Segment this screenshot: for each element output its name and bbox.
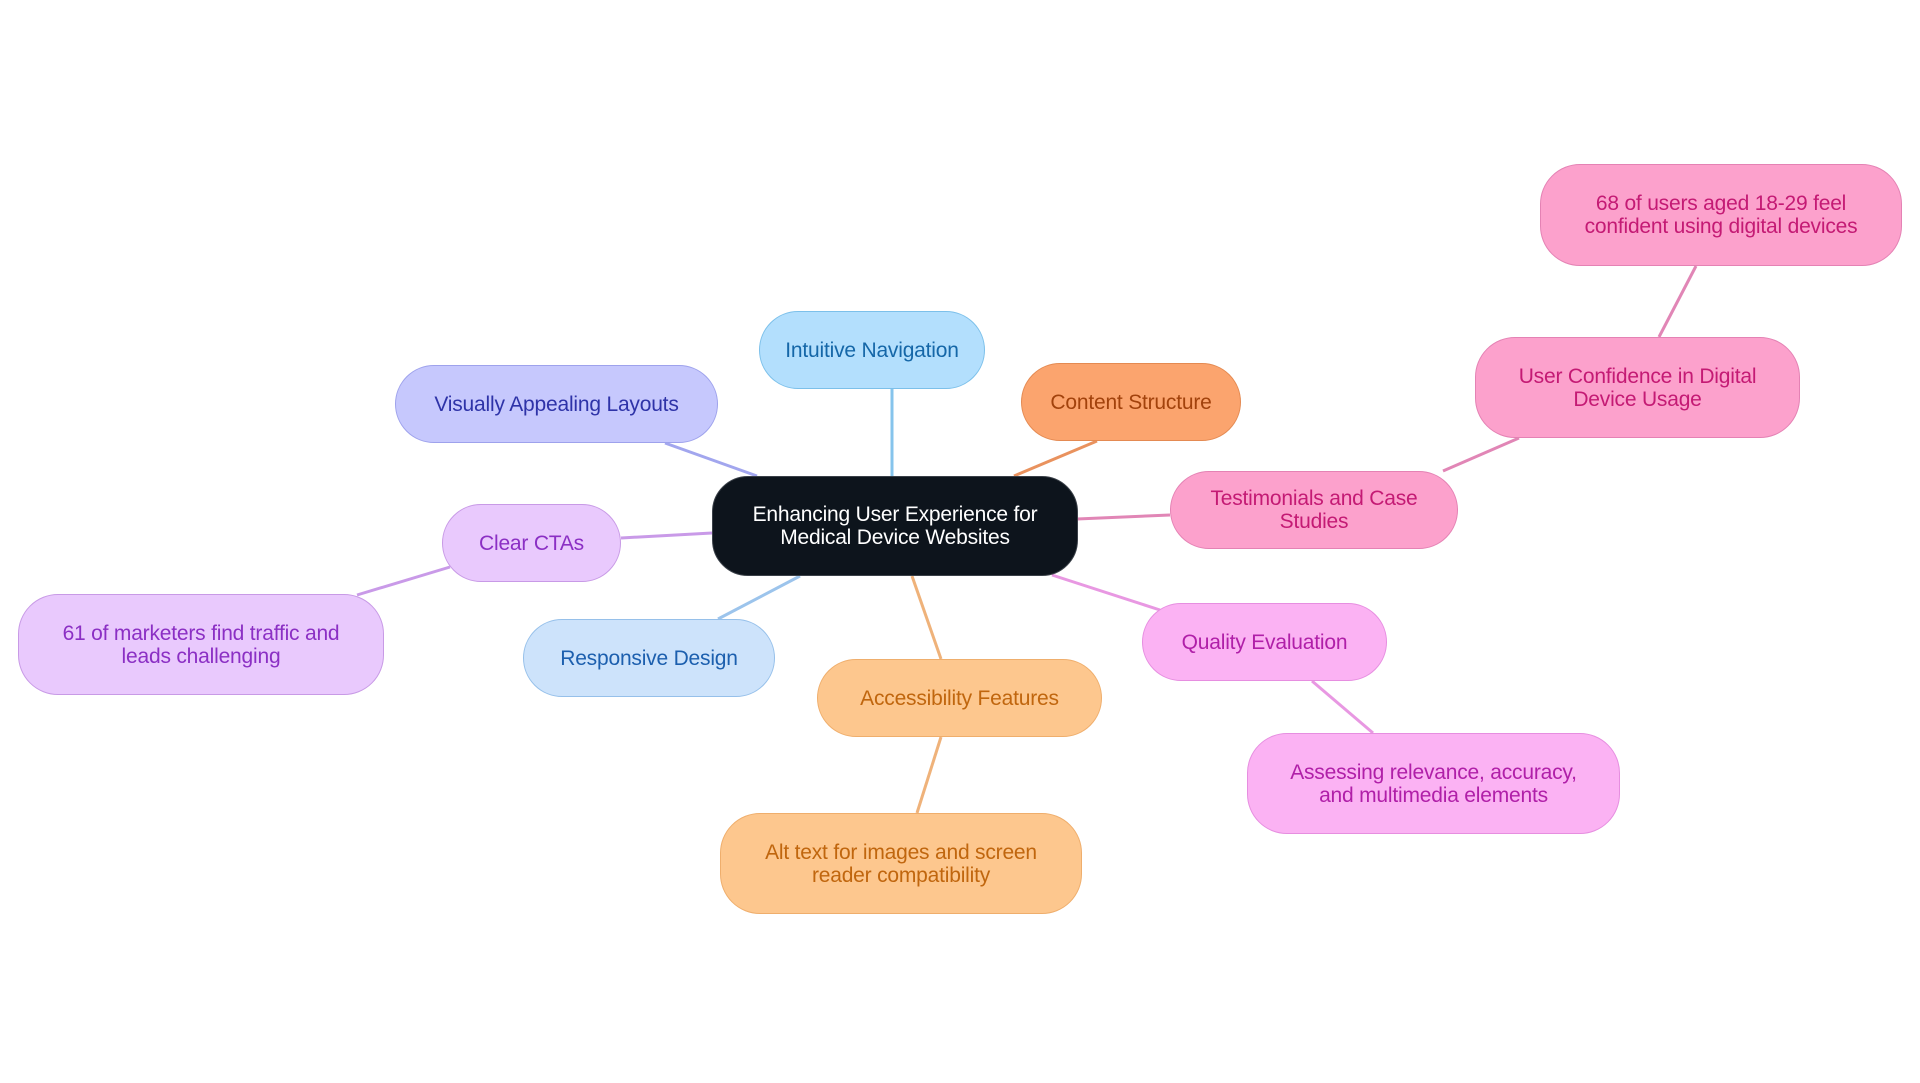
node-label: Visually Appealing Layouts [434,392,679,416]
root-node[interactable]: Enhancing User Experience for Medical De… [712,476,1078,576]
node-label: Accessibility Features [860,686,1059,710]
edge-root-to-clear-ctas [620,531,713,540]
node-label: 68 of users aged 18-29 feel confident us… [1584,192,1858,238]
root-node-label: Enhancing User Experience for Medical De… [752,503,1038,549]
node-label: Alt text for images and screen reader co… [765,840,1037,887]
edge-root-to-visually-appealing-layouts [664,441,758,478]
node-content-structure[interactable]: Content Structure [1021,363,1241,441]
node-label: Content Structure [1050,390,1212,414]
edge-root-to-responsive-design [717,574,801,621]
edge-root-to-accessibility-features [910,575,943,660]
node-user-confidence[interactable]: User Confidence in Digital Device Usage [1475,337,1800,438]
edge-testimonials-to-user-confidence [1442,436,1520,473]
node-testimonials[interactable]: Testimonials and Case Studies [1170,471,1458,549]
node-label: Intuitive Navigation [785,338,959,362]
node-label: Responsive Design [560,646,738,670]
edge-clear-ctas-to-marketers-stat [356,565,451,597]
node-assessing[interactable]: Assessing relevance, accuracy, and multi… [1247,733,1620,834]
node-label: 61 of marketers find traffic and leads c… [62,621,340,668]
node-responsive-design[interactable]: Responsive Design [523,619,775,697]
node-marketers-stat[interactable]: 61 of marketers find traffic and leads c… [18,594,384,695]
node-users-stat[interactable]: 68 of users aged 18-29 feel confident us… [1540,164,1902,266]
edge-quality-evaluation-to-assessing [1311,679,1374,735]
node-label: Assessing relevance, accuracy, and multi… [1290,760,1577,807]
node-label: Quality Evaluation [1181,630,1348,654]
node-visually-appealing-layouts[interactable]: Visually Appealing Layouts [395,365,718,443]
node-label: User Confidence in Digital Device Usage [1518,364,1757,411]
edge-root-to-testimonials [1076,513,1171,521]
node-label: Clear CTAs [479,531,584,555]
node-intuitive-navigation[interactable]: Intuitive Navigation [759,311,985,389]
edge-root-to-quality-evaluation [1051,573,1161,612]
node-label: Testimonials and Case Studies [1210,487,1418,533]
node-accessibility-features[interactable]: Accessibility Features [817,659,1102,737]
edge-root-to-content-structure [1013,439,1098,478]
edge-user-confidence-to-users-stat [1657,265,1698,338]
node-quality-evaluation[interactable]: Quality Evaluation [1142,603,1387,681]
node-alt-text[interactable]: Alt text for images and screen reader co… [720,813,1082,914]
node-clear-ctas[interactable]: Clear CTAs [442,504,621,582]
edge-accessibility-features-to-alt-text [915,736,943,814]
